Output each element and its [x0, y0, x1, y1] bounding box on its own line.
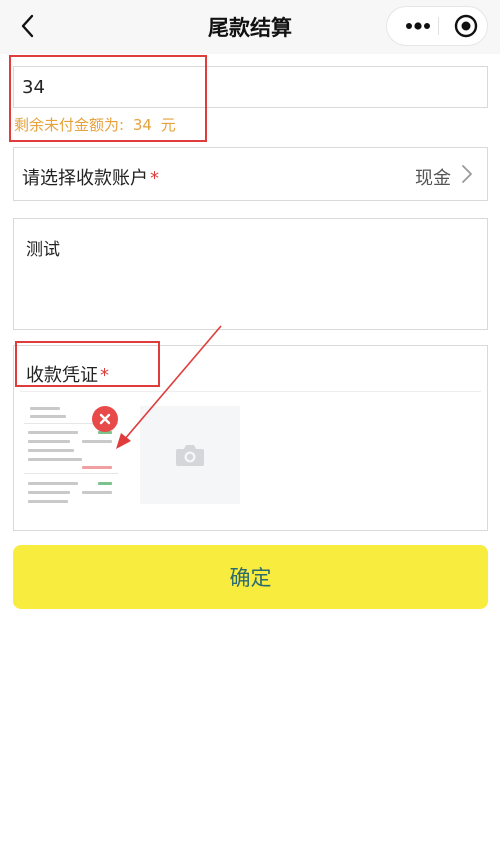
remark-value: 测试: [26, 240, 60, 260]
thumb-line: [28, 458, 82, 461]
confirm-button[interactable]: 确定: [13, 545, 488, 609]
thumb-line: [82, 491, 112, 494]
thumb-line: [28, 449, 74, 452]
thumb-line: [28, 440, 70, 443]
annotation-box-amount: [9, 55, 207, 142]
thumb-line: [30, 415, 66, 418]
thumb-line: [30, 407, 60, 410]
capsule-close-button[interactable]: [447, 7, 485, 45]
upload-photo-button[interactable]: [140, 406, 240, 504]
mini-program-capsule: [386, 6, 488, 46]
capsule-close-icon: [454, 14, 478, 38]
thumb-line: [28, 491, 70, 494]
capsule-divider: [438, 17, 439, 35]
camera-icon: [176, 445, 204, 466]
thumb-block-2: [24, 425, 118, 474]
delete-image-button[interactable]: [92, 406, 118, 432]
account-value: 现金: [415, 168, 451, 189]
account-label-text: 请选择收款账户: [22, 168, 148, 189]
thumb-line: [82, 466, 112, 469]
thumb-line: [28, 482, 78, 485]
thumb-line: [98, 482, 112, 485]
thumb-line: [28, 500, 68, 503]
thumb-line: [28, 431, 78, 434]
navbar: 尾款结算: [0, 0, 500, 54]
required-mark: *: [150, 168, 159, 189]
account-select[interactable]: 请选择收款账户 * 现金: [13, 147, 488, 201]
more-button[interactable]: [397, 7, 439, 45]
page: 尾款结算 34 剩余未付金额为: 34 元 请选择收款账户 * 现金 测试 收款…: [0, 0, 500, 865]
thumb-line: [82, 440, 112, 443]
more-dots-icon: [406, 22, 430, 30]
delete-icon: [99, 413, 111, 425]
chevron-right-icon: [462, 165, 472, 183]
voucher-divider: [20, 391, 481, 392]
thumb-block-3: [24, 477, 118, 503]
account-label: 请选择收款账户 *: [22, 164, 159, 190]
remark-textarea[interactable]: 测试: [13, 218, 488, 330]
annotation-box-voucher: [15, 341, 160, 387]
